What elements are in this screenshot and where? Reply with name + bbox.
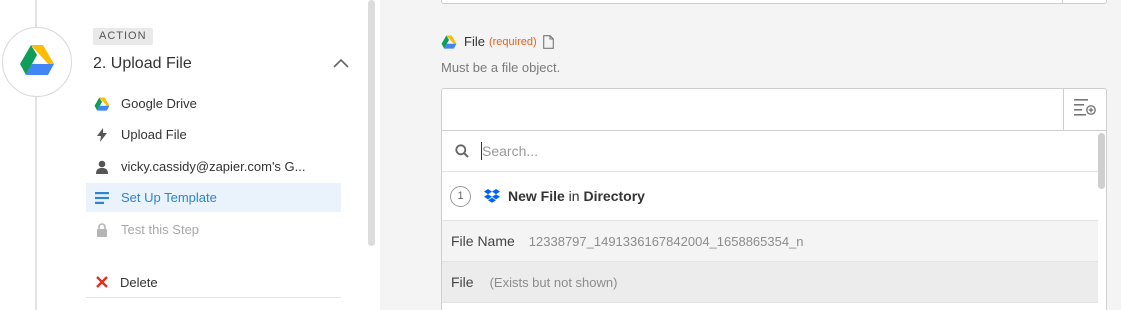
insert-field-icon bbox=[1074, 98, 1096, 121]
dropdown-scrollbar[interactable] bbox=[1098, 133, 1105, 189]
step-number-badge: 1 bbox=[450, 185, 471, 207]
person-icon bbox=[94, 159, 110, 175]
dropbox-icon bbox=[484, 189, 500, 203]
search-input[interactable] bbox=[482, 143, 1042, 159]
menu-item-label: Google Drive bbox=[121, 96, 197, 111]
close-icon bbox=[94, 274, 110, 290]
file-field-label-row: File (required) bbox=[441, 34, 554, 49]
menu-item-label: Test this Step bbox=[121, 222, 200, 237]
sidebar-scrollbar[interactable] bbox=[368, 0, 375, 246]
menu-item-set-up-template[interactable]: Set Up Template bbox=[86, 183, 341, 212]
insert-data-dropdown: 1 New File in Directory File Name 123387… bbox=[441, 131, 1107, 310]
trigger-title-part: Directory bbox=[583, 188, 645, 204]
delete-step-button[interactable]: Delete bbox=[86, 268, 341, 296]
list-icon bbox=[94, 190, 110, 206]
lock-icon bbox=[94, 222, 110, 238]
previous-field-input[interactable] bbox=[441, 0, 1107, 4]
trigger-title-part: in bbox=[564, 188, 584, 204]
option-value: 12338797_1491336167842004_1658865354_n bbox=[528, 233, 804, 249]
menu-item-app[interactable]: Google Drive bbox=[86, 89, 341, 118]
collapse-step-button[interactable] bbox=[330, 55, 352, 73]
option-key: File Name bbox=[451, 233, 515, 249]
option-value: (Exists but not shown) bbox=[489, 274, 618, 290]
field-help-text: Must be a file object. bbox=[441, 60, 561, 75]
trigger-step-header[interactable]: 1 New File in Directory bbox=[442, 172, 1098, 221]
menu-item-test-step[interactable]: Test this Step bbox=[86, 215, 341, 244]
dropdown-search bbox=[442, 131, 1098, 172]
step-title: 2. Upload File bbox=[93, 55, 192, 72]
file-field-input[interactable] bbox=[441, 88, 1107, 131]
menu-item-action[interactable]: Upload File bbox=[86, 120, 341, 149]
chevron-up-icon bbox=[333, 55, 349, 73]
bolt-icon bbox=[94, 127, 110, 143]
google-drive-icon bbox=[19, 44, 55, 81]
insert-data-button[interactable] bbox=[1063, 89, 1106, 130]
google-drive-icon bbox=[441, 34, 457, 49]
divider bbox=[86, 297, 341, 298]
required-indicator: (required) bbox=[488, 35, 537, 48]
menu-item-label: Set Up Template bbox=[121, 190, 217, 205]
menu-item-label: Upload File bbox=[121, 127, 187, 142]
step-sidebar: ACTION 2. Upload File Google Drive Uploa… bbox=[0, 0, 380, 310]
document-icon[interactable] bbox=[542, 34, 554, 49]
field-label: File bbox=[464, 34, 485, 49]
menu-item-account[interactable]: vicky.cassidy@zapier.com's G... bbox=[86, 152, 341, 181]
delete-label: Delete bbox=[120, 274, 158, 290]
trigger-step-title: New File in Directory bbox=[508, 188, 645, 204]
field-divider bbox=[1062, 0, 1063, 3]
action-badge: ACTION bbox=[93, 28, 153, 45]
search-icon bbox=[455, 144, 469, 158]
option-key: File bbox=[451, 274, 474, 290]
trigger-title-part: New File bbox=[508, 188, 565, 204]
google-drive-icon bbox=[94, 96, 110, 112]
data-option-row[interactable]: File Name 12338797_1491336167842004_1658… bbox=[442, 221, 1098, 262]
data-option-row[interactable]: File (Exists but not shown) bbox=[442, 262, 1098, 303]
step-app-icon-circle[interactable] bbox=[2, 27, 72, 97]
menu-item-label: vicky.cassidy@zapier.com's G... bbox=[121, 159, 306, 174]
